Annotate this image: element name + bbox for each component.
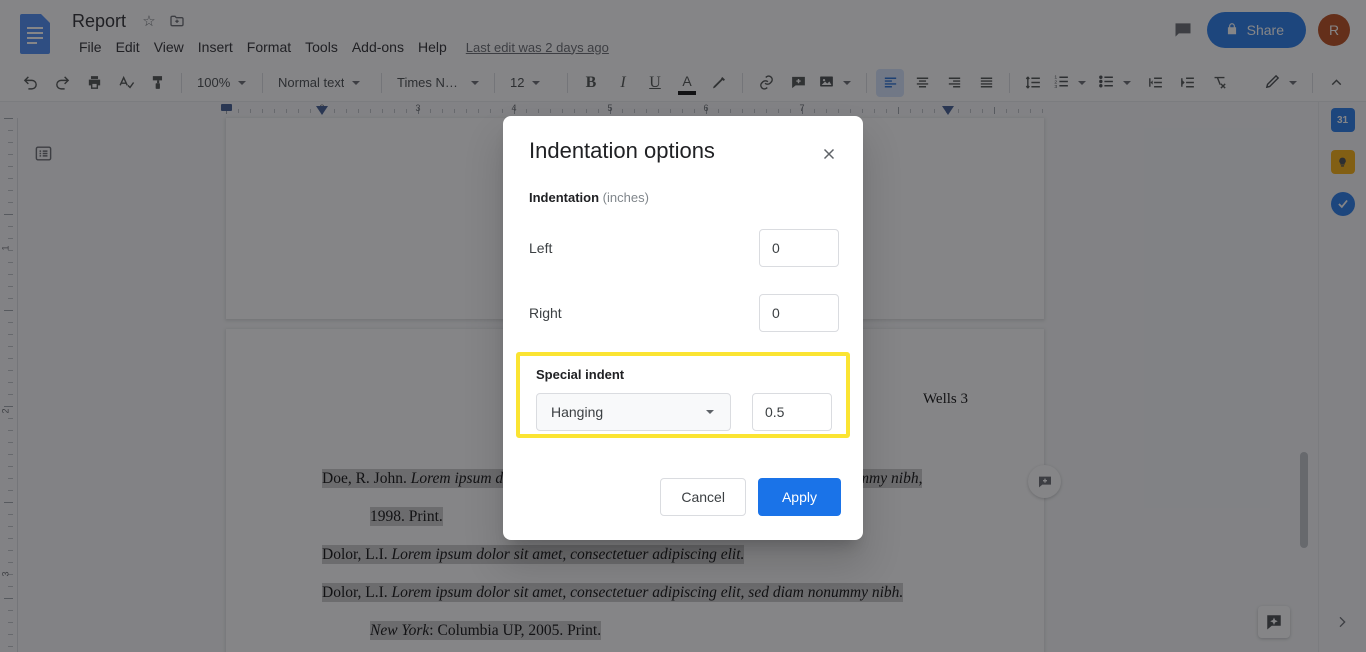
apply-button[interactable]: Apply xyxy=(757,478,841,516)
special-indent-highlight-box: Special indent Hanging 0.5 xyxy=(516,352,850,438)
cancel-button[interactable]: Cancel xyxy=(660,478,746,516)
indentation-label-text: Indentation xyxy=(529,190,600,205)
indentation-options-dialog: Indentation options Indentation (inches)… xyxy=(503,116,863,540)
left-indent-label: Left xyxy=(529,240,553,256)
special-indent-type-value: Hanging xyxy=(551,404,604,420)
right-indent-row: Right 0 xyxy=(529,294,839,332)
google-docs-window: Report ☆ File Edit View Insert Format xyxy=(0,0,1366,652)
special-indent-value-input[interactable]: 0.5 xyxy=(752,393,832,431)
chevron-down-icon xyxy=(706,410,714,414)
special-indent-label: Special indent xyxy=(536,367,625,382)
indentation-section-label: Indentation (inches) xyxy=(529,190,649,205)
close-icon[interactable] xyxy=(817,142,841,166)
special-indent-controls: Hanging 0.5 xyxy=(536,393,834,431)
right-indent-input[interactable]: 0 xyxy=(759,294,839,332)
dialog-title: Indentation options xyxy=(529,138,715,163)
special-indent-type-select[interactable]: Hanging xyxy=(536,393,731,431)
dialog-actions: Cancel Apply xyxy=(660,478,841,516)
right-indent-label: Right xyxy=(529,305,562,321)
indentation-unit-text: (inches) xyxy=(602,190,649,205)
left-indent-input[interactable]: 0 xyxy=(759,229,839,267)
left-indent-row: Left 0 xyxy=(529,229,839,267)
